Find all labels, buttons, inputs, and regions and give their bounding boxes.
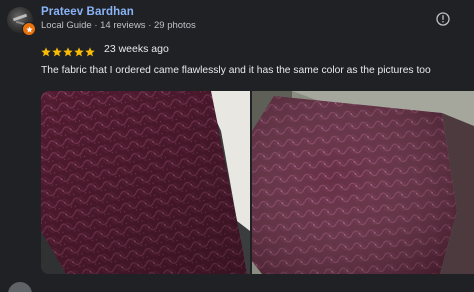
reviewer-meta: Local Guide · 14 reviews · 29 photos <box>41 20 196 31</box>
review-text: The fabric that I ordered came flawlessl… <box>41 65 431 76</box>
reviewer-name[interactable]: Prateev Bardhan <box>41 6 134 18</box>
star-icon <box>63 44 73 56</box>
review-card: Prateev Bardhan Local Guide · 14 reviews… <box>0 0 474 292</box>
local-guide-badge-icon <box>22 22 36 36</box>
rating-row: 23 weeks ago <box>41 42 169 56</box>
star-icon <box>74 44 84 56</box>
review-date: 23 weeks ago <box>104 42 169 55</box>
reviewer-avatar[interactable] <box>7 7 36 36</box>
next-reviewer-avatar[interactable] <box>8 282 32 292</box>
more-info-icon[interactable] <box>436 12 450 26</box>
review-photo-1[interactable] <box>41 91 250 274</box>
star-icon <box>52 44 62 56</box>
star-icon <box>41 44 51 56</box>
star-rating <box>41 44 95 56</box>
star-icon <box>85 44 95 56</box>
review-photo-2[interactable] <box>252 91 474 274</box>
